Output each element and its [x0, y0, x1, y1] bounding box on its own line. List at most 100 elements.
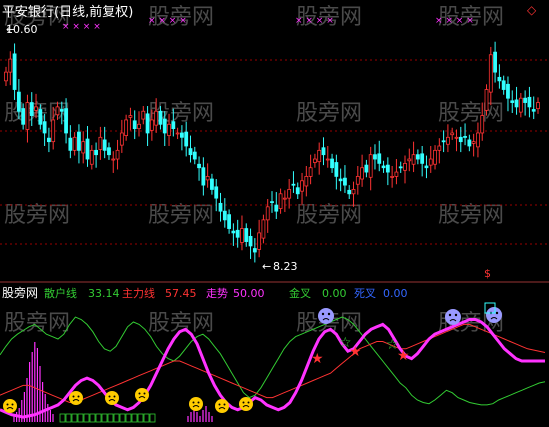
candle-body — [81, 141, 86, 154]
candle-body — [407, 158, 412, 162]
candle-body — [454, 136, 459, 139]
candle-body — [51, 119, 56, 143]
candle-body — [98, 136, 103, 150]
candle-body — [235, 229, 240, 238]
watermark-text: 股旁网 — [438, 203, 504, 228]
candle-body — [222, 210, 227, 221]
candle-body — [368, 154, 373, 178]
candle-body — [338, 178, 343, 182]
candle-body — [446, 136, 450, 145]
candle-body — [25, 102, 30, 130]
candle-body — [270, 201, 274, 204]
candle-body — [29, 102, 34, 116]
candle-body — [4, 71, 8, 82]
red-star-icon: ★ — [311, 351, 324, 367]
candle-body — [364, 164, 369, 173]
candle-body — [488, 54, 493, 93]
candle-body — [94, 149, 98, 156]
candle-body — [261, 219, 266, 239]
high-arrow: ← — [6, 23, 15, 36]
candle-body — [458, 136, 463, 143]
candle-body — [214, 186, 219, 199]
watermark-text: 股旁网 — [4, 203, 70, 228]
candle-body — [149, 119, 154, 131]
sad-face-icon — [318, 308, 334, 324]
candle-body — [240, 228, 244, 243]
candle-body — [107, 147, 111, 156]
candle-body — [347, 189, 352, 195]
candle-body — [484, 89, 489, 111]
candle-body — [531, 109, 536, 112]
legend-death-label: 死叉 — [354, 287, 376, 300]
candle-body — [137, 123, 141, 130]
candle-body — [21, 108, 26, 125]
candle-body — [463, 136, 467, 138]
candle-body — [304, 176, 309, 187]
green-star-icon: ☆ — [339, 335, 352, 351]
low-arrow: ← — [262, 260, 271, 273]
candle-body — [471, 141, 476, 144]
candle-body — [282, 197, 287, 200]
green-star-icon: ☆ — [386, 337, 399, 353]
legend-death-value: 0.00 — [383, 287, 408, 300]
candle-body — [403, 162, 407, 171]
candle-body — [428, 158, 433, 166]
candle-body — [330, 158, 334, 169]
candle-body — [433, 149, 437, 165]
candle-body — [450, 132, 455, 136]
candle-body — [300, 180, 304, 192]
candle-body — [394, 171, 399, 177]
chart-title: 平安银行(日线,前复权) — [2, 4, 133, 20]
candle-body — [536, 102, 540, 110]
candle-body — [141, 110, 146, 120]
candle-body — [188, 148, 193, 156]
signal-dollar-mark: $ — [484, 267, 491, 280]
candle-body — [476, 132, 480, 148]
candle-body — [274, 204, 279, 212]
candle-body — [128, 115, 133, 118]
candle-body — [493, 51, 497, 73]
cry-face-icon — [135, 388, 149, 402]
candle-body — [265, 206, 270, 221]
candle-body — [42, 121, 47, 134]
watermark-text: 股旁网 — [4, 311, 70, 336]
legend-golden-value: 0.00 — [322, 287, 347, 300]
watermark-text: 股旁网 — [296, 203, 362, 228]
candle-body — [441, 140, 446, 143]
candle-body — [390, 176, 395, 178]
candle-body — [415, 154, 420, 160]
candle-body — [424, 165, 429, 169]
candle-body — [210, 178, 214, 190]
candle-body — [231, 230, 236, 234]
candle-body — [420, 153, 425, 164]
x-mark: × × × × — [148, 16, 187, 26]
candle-body — [8, 58, 13, 73]
candle-body — [527, 96, 532, 108]
candle-body — [85, 138, 90, 160]
legend-main-value: 57.45 — [165, 287, 197, 300]
watermark-text: 股旁网 — [296, 101, 362, 126]
candle-body — [55, 106, 60, 116]
candle-body — [518, 97, 523, 113]
cry-face-icon — [69, 391, 83, 405]
cry-face-icon — [215, 399, 229, 413]
candle-body — [180, 132, 184, 138]
candle-body — [162, 118, 167, 134]
candle-body — [257, 232, 262, 250]
diamond-icon[interactable]: ◇ — [527, 3, 537, 17]
cry-face-icon — [189, 397, 203, 411]
legend-golden-label: 金叉 — [289, 286, 311, 300]
x-mark: × × × × — [62, 22, 101, 32]
candle-body — [437, 145, 442, 151]
candle-body — [68, 137, 73, 151]
x-mark: × × × × — [295, 16, 334, 26]
candle-body — [34, 106, 38, 111]
stock-chart: 股旁网 股旁网 股旁网 股旁网 股旁网 股旁网 股旁网 股旁网 股旁网 股旁网 … — [0, 0, 549, 427]
candle-body — [514, 99, 519, 108]
candle-body — [119, 132, 124, 146]
candle-body — [278, 193, 283, 209]
candle-body — [313, 158, 317, 163]
candle-body — [381, 165, 386, 169]
legend-retail-value: 33.14 — [88, 287, 120, 300]
cry-face-icon — [3, 399, 17, 413]
